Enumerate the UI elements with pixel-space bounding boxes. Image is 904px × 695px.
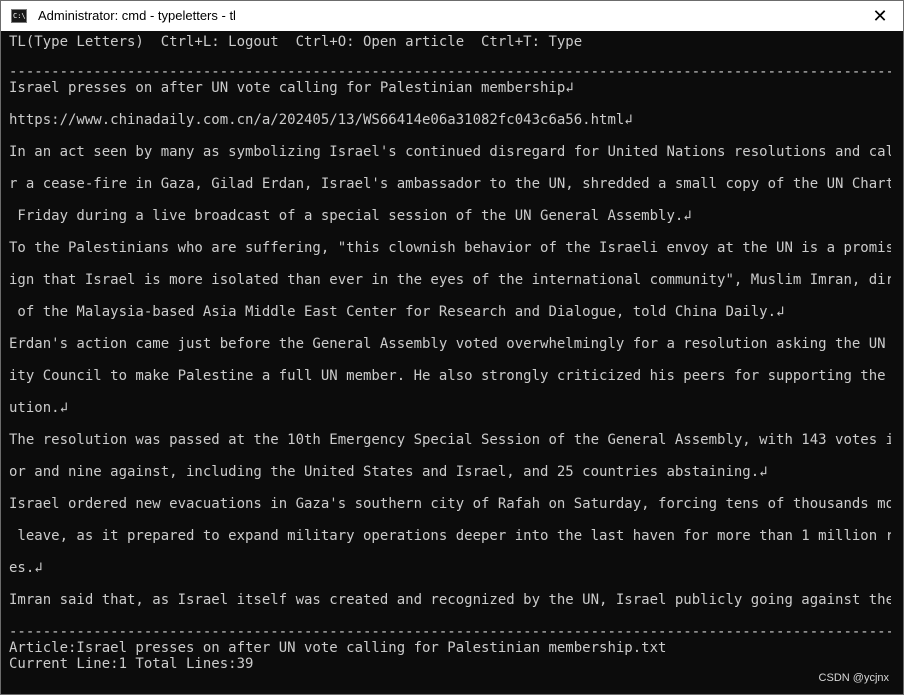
header-line: TL(Type Letters) Ctrl+L: Logout Ctrl+O: …: [9, 34, 583, 50]
article-line: Friday during a live broadcast of a spec…: [9, 208, 692, 224]
watermark: CSDN @ycjnx: [818, 672, 889, 684]
window-title: Administrator: cmd - typeletters - tl: [38, 8, 236, 23]
article-line: The resolution was passed at the 10th Em…: [9, 432, 891, 448]
cmd-icon: C:\: [11, 9, 27, 23]
console-window: C:\ Administrator: cmd - typeletters - t…: [0, 0, 904, 695]
close-button[interactable]: ✕: [857, 1, 903, 31]
article-line: ign that Israel is more isolated than ev…: [9, 272, 891, 288]
article-line: Imran said that, as Israel itself was cr…: [9, 592, 891, 608]
article-line: To the Palestinians who are suffering, "…: [9, 240, 891, 256]
article-line: https://www.chinadaily.com.cn/a/202405/1…: [9, 112, 633, 128]
article-line: leave, as it prepared to expand military…: [9, 528, 891, 544]
article-line: Israel presses on after UN vote calling …: [9, 80, 574, 96]
article-line: Erdan's action came just before the Gene…: [9, 336, 891, 352]
title-bar[interactable]: C:\ Administrator: cmd - typeletters - t…: [1, 0, 903, 31]
article-line: Israel ordered new evacuations in Gaza's…: [9, 496, 891, 512]
console-output[interactable]: TL(Type Letters) Ctrl+L: Logout Ctrl+O: …: [1, 31, 903, 694]
article-line: or and nine against, including the Unite…: [9, 464, 768, 480]
article-line: ity Council to make Palestine a full UN …: [9, 368, 891, 384]
article-line: ution.↲: [9, 400, 69, 416]
article-line: es.↲: [9, 560, 43, 576]
article-line: r a cease-fire in Gaza, Gilad Erdan, Isr…: [9, 176, 891, 192]
article-line: of the Malaysia-based Asia Middle East C…: [9, 304, 785, 320]
status-lines: Current Line:1 Total Lines:39: [9, 656, 254, 672]
article-line: In an act seen by many as symbolizing Is…: [9, 144, 891, 160]
